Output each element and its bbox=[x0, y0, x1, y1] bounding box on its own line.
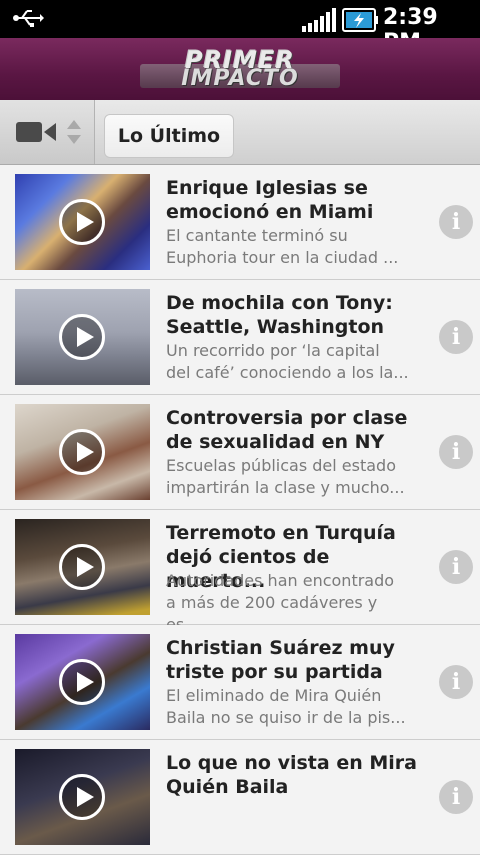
video-title[interactable]: Christian Suárez muy triste por su parti… bbox=[166, 636, 420, 684]
info-icon[interactable]: i bbox=[439, 320, 473, 354]
video-thumbnail[interactable] bbox=[15, 289, 150, 385]
list-item[interactable]: Enrique Iglesias se emocionó en Miami El… bbox=[0, 165, 480, 280]
list-item[interactable]: Lo que no vista en Mira Quién Baila i bbox=[0, 740, 480, 855]
video-list: Enrique Iglesias se emocionó en Miami El… bbox=[0, 165, 480, 855]
play-icon[interactable] bbox=[59, 544, 105, 590]
toolbar: Lo Último bbox=[0, 100, 480, 165]
video-thumbnail[interactable] bbox=[15, 519, 150, 615]
list-item[interactable]: De mochila con Tony: Seattle, Washington… bbox=[0, 280, 480, 395]
play-icon[interactable] bbox=[59, 199, 105, 245]
play-icon[interactable] bbox=[59, 314, 105, 360]
video-thumbnail[interactable] bbox=[15, 174, 150, 270]
video-title[interactable]: Controversia por clase de sexualidad en … bbox=[166, 406, 420, 454]
app-logo: PRIMER IMPACTO bbox=[140, 46, 340, 92]
video-camera-icon bbox=[16, 122, 56, 142]
play-icon[interactable] bbox=[59, 774, 105, 820]
video-description: Un recorrido por ‘la capital del café’ c… bbox=[166, 341, 409, 382]
play-icon[interactable] bbox=[59, 429, 105, 475]
video-description: El cantante terminó su Euphoria tour en … bbox=[166, 226, 399, 267]
play-icon[interactable] bbox=[59, 659, 105, 705]
battery-charging-icon bbox=[342, 8, 378, 32]
video-description: El eliminado de Mira Quién Baila no se q… bbox=[166, 686, 406, 727]
video-title[interactable]: Lo que no vista en Mira Quién Baila bbox=[166, 751, 420, 799]
app-header: PRIMER IMPACTO bbox=[0, 38, 480, 100]
up-down-arrows-icon bbox=[67, 120, 81, 144]
list-item[interactable]: Controversia por clase de sexualidad en … bbox=[0, 395, 480, 510]
usb-icon bbox=[13, 10, 44, 27]
list-item[interactable]: Christian Suárez muy triste por su parti… bbox=[0, 625, 480, 740]
video-thumbnail[interactable] bbox=[15, 749, 150, 845]
tab-lo-ultimo[interactable]: Lo Último bbox=[104, 114, 234, 158]
info-icon[interactable]: i bbox=[439, 205, 473, 239]
info-icon[interactable]: i bbox=[439, 780, 473, 814]
video-title[interactable]: De mochila con Tony: Seattle, Washington bbox=[166, 291, 420, 339]
video-thumbnail[interactable] bbox=[15, 404, 150, 500]
video-thumbnail[interactable] bbox=[15, 634, 150, 730]
status-bar: 2:39 PM bbox=[0, 0, 480, 55]
category-spinner[interactable] bbox=[0, 100, 95, 164]
logo-line-2: IMPACTO bbox=[181, 66, 299, 91]
video-title[interactable]: Enrique Iglesias se emocionó en Miami bbox=[166, 176, 420, 224]
video-description: Escuelas públicas del estado impartirán … bbox=[166, 456, 405, 497]
info-icon[interactable]: i bbox=[439, 550, 473, 584]
signal-strength-icon bbox=[302, 8, 336, 32]
info-icon[interactable]: i bbox=[439, 665, 473, 699]
list-item[interactable]: Terremoto en Turquía dejó cientos de mue… bbox=[0, 510, 480, 634]
info-icon[interactable]: i bbox=[439, 435, 473, 469]
